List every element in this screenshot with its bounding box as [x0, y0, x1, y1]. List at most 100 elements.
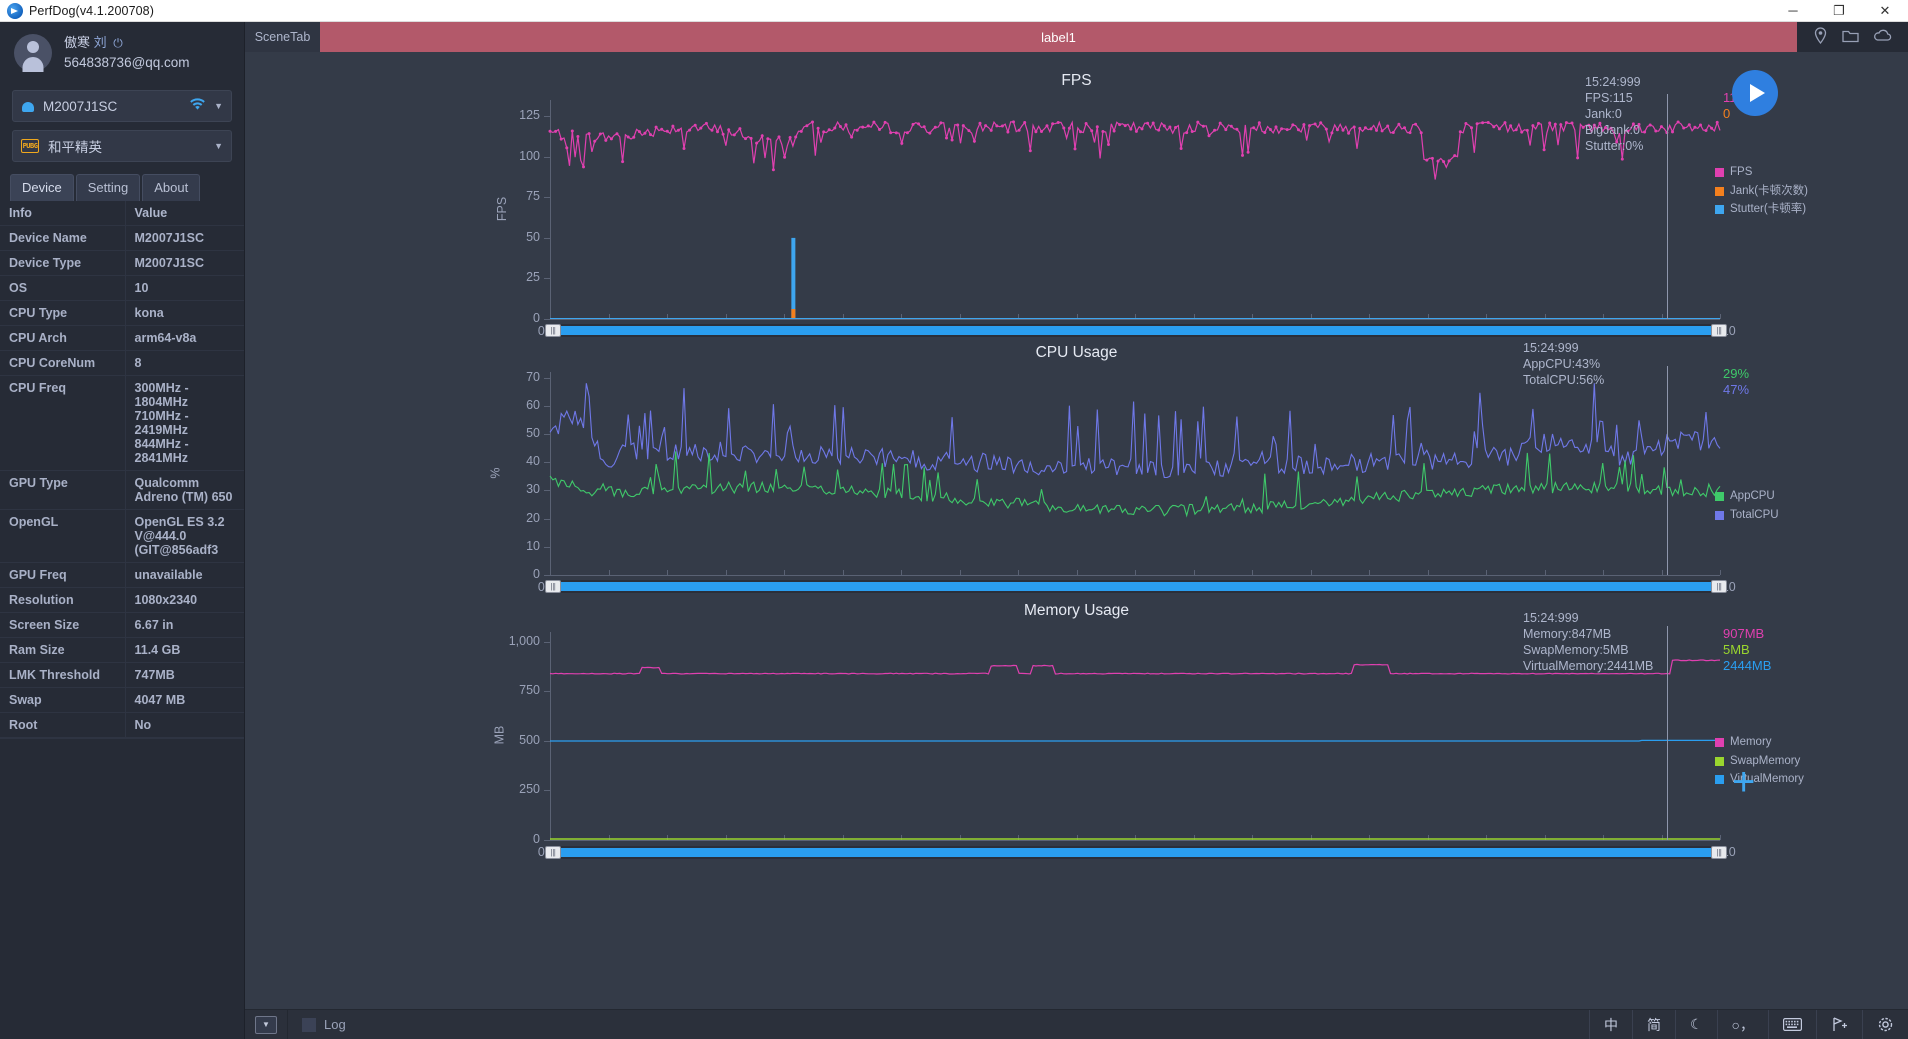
- content-area: SceneTab label1 FPSFPS02550751001250:000…: [245, 22, 1908, 1039]
- info-key: LMK Threshold: [0, 662, 126, 689]
- legend-item[interactable]: AppCPU: [1715, 488, 1779, 505]
- wifi-icon-svg: [190, 98, 205, 111]
- charts-container: FPSFPS02550751001250:000:491:382:273:164…: [245, 52, 1908, 1009]
- legend-label: Stutter(卡顿率): [1730, 203, 1807, 216]
- info-value: 6.67 in: [125, 612, 244, 639]
- tab-setting[interactable]: Setting: [75, 174, 141, 202]
- table-row[interactable]: GPU Type Qualcomm Adreno (TM) 650: [0, 470, 244, 511]
- maximize-button[interactable]: ❐: [1816, 0, 1862, 21]
- scene-tab[interactable]: SceneTab: [245, 22, 320, 52]
- chart-panel-cpu-usage: CPU Usage%0102030405060700:000:491:382:2…: [245, 330, 1908, 594]
- table-row[interactable]: LMK Threshold 747MB: [0, 662, 244, 689]
- account-name-row: 傲寒 刘 ⏻: [64, 34, 190, 53]
- window-controls: ─ ❐ ✕: [1770, 0, 1908, 21]
- wifi-icon: [189, 98, 206, 114]
- app-body: 傲寒 刘 ⏻ 564838736@qq.com M2007J1SC ▼ PUBG…: [0, 22, 1908, 1039]
- device-select[interactable]: M2007J1SC ▼: [12, 90, 232, 123]
- folder-icon[interactable]: [1842, 28, 1859, 46]
- table-row[interactable]: Device Type M2007J1SC: [0, 250, 244, 277]
- info-key: Device Name: [0, 225, 126, 252]
- table-row[interactable]: Ram Size 11.4 GB: [0, 637, 244, 664]
- column-header-value: Value: [125, 201, 244, 227]
- legend-item[interactable]: VirtualMemory: [1715, 771, 1804, 788]
- info-key: OpenGL: [0, 509, 126, 564]
- account-email: 564838736@qq.com: [64, 54, 190, 70]
- legend-item[interactable]: Memory: [1715, 734, 1804, 751]
- tab-device[interactable]: Device: [10, 174, 74, 202]
- sidebar-tabs: Device Setting About: [10, 174, 244, 202]
- ime-moon-icon[interactable]: ☾: [1674, 1010, 1717, 1039]
- location-icon[interactable]: [1813, 27, 1828, 47]
- table-row[interactable]: OpenGL OpenGL ES 3.2 V@444.0 (GIT@856adf3: [0, 509, 244, 564]
- current-value: 2444MB: [1723, 658, 1772, 673]
- minimize-button[interactable]: ─: [1770, 0, 1816, 21]
- info-value: 1080x2340: [125, 587, 244, 614]
- chart-cursor-line[interactable]: [1667, 366, 1669, 575]
- device-select-value: M2007J1SC: [43, 98, 118, 114]
- legend-label: TotalCPU: [1730, 508, 1779, 521]
- close-button[interactable]: ✕: [1862, 0, 1908, 21]
- avatar-head-icon: [27, 41, 39, 54]
- cloud-icon[interactable]: [1873, 29, 1892, 46]
- table-row[interactable]: CPU Arch arm64-v8a: [0, 325, 244, 352]
- avatar[interactable]: [14, 34, 52, 73]
- legend-item[interactable]: TotalCPU: [1715, 507, 1779, 524]
- add-metric-button[interactable]: +: [1732, 762, 1755, 802]
- chevron-down-icon[interactable]: ▼: [214, 141, 223, 151]
- log-label: Log: [324, 1017, 346, 1032]
- scrollbar-track[interactable]: [557, 848, 1715, 857]
- log-expand-button[interactable]: ▼: [255, 1015, 277, 1034]
- legend-item[interactable]: Jank(卡顿次数): [1715, 183, 1808, 200]
- current-value: 29%: [1723, 366, 1750, 381]
- perfdog-logo-icon: [7, 2, 23, 19]
- info-key: GPU Type: [0, 470, 126, 511]
- chart-tooltip: 15:24:999 Memory:847MB SwapMemory:5MB Vi…: [1523, 611, 1654, 673]
- legend-item[interactable]: Stutter(卡顿率): [1715, 201, 1808, 218]
- table-row[interactable]: Screen Size 6.67 in: [0, 612, 244, 639]
- current-value: 0: [1723, 106, 1731, 121]
- table-row[interactable]: Root No: [0, 712, 244, 739]
- chart-legend: Memory SwapMemory VirtualMemory: [1715, 734, 1804, 790]
- log-checkbox[interactable]: [302, 1017, 316, 1032]
- play-button[interactable]: [1732, 70, 1778, 116]
- legend-item[interactable]: FPS: [1715, 164, 1808, 181]
- scene-bar: SceneTab label1: [245, 22, 1908, 52]
- tab-about[interactable]: About: [142, 174, 201, 202]
- ime-simplified[interactable]: 简: [1631, 1010, 1675, 1039]
- table-row[interactable]: CPU Freq 300MHz - 1804MHz 710MHz - 2419MHz…: [0, 375, 244, 472]
- table-row[interactable]: CPU CoreNum 8: [0, 350, 244, 377]
- info-key: CPU Type: [0, 300, 126, 327]
- window-title: PerfDog(v4.1.200708): [29, 3, 154, 18]
- chart-cursor-line[interactable]: [1667, 626, 1669, 840]
- chart-time-scrollbar[interactable]: ||| |||: [545, 846, 1727, 859]
- scene-bar-icons: [1797, 22, 1908, 52]
- scrollbar-left-handle[interactable]: |||: [545, 846, 561, 859]
- info-value: unavailable: [125, 562, 244, 589]
- chart-cursor-line[interactable]: [1667, 94, 1669, 319]
- table-row[interactable]: CPU Type kona: [0, 300, 244, 327]
- ime-punctuation-icon[interactable]: ○，: [1716, 1010, 1768, 1039]
- table-row[interactable]: Resolution 1080x2340: [0, 587, 244, 614]
- legend-item[interactable]: SwapMemory: [1715, 753, 1804, 770]
- gear-icon[interactable]: [1862, 1010, 1908, 1039]
- chevron-down-icon[interactable]: ▼: [214, 101, 223, 111]
- info-key: OS: [0, 275, 126, 302]
- table-row[interactable]: Device Name M2007J1SC: [0, 225, 244, 252]
- info-value: 747MB: [125, 662, 244, 689]
- table-row[interactable]: GPU Freq unavailable: [0, 562, 244, 589]
- scrollbar-right-handle[interactable]: |||: [1711, 846, 1727, 859]
- ime-lang-cn[interactable]: 中: [1588, 1010, 1632, 1039]
- current-value: 907MB: [1723, 626, 1765, 641]
- chart-plot: [549, 659, 1721, 840]
- scene-label[interactable]: label1: [320, 22, 1797, 52]
- legend-label: AppCPU: [1730, 490, 1775, 502]
- keyboard-icon[interactable]: [1768, 1010, 1816, 1039]
- app-select[interactable]: PUBG 和平精英 ▼: [12, 130, 232, 163]
- tools-icon[interactable]: [1816, 1010, 1862, 1039]
- table-row[interactable]: OS 10: [0, 275, 244, 302]
- logout-power-icon[interactable]: ⏻: [113, 36, 123, 50]
- info-value: kona: [125, 300, 244, 327]
- table-row[interactable]: Swap 4047 MB: [0, 687, 244, 714]
- table-header-row: Info Value: [0, 201, 244, 227]
- info-value: M2007J1SC: [125, 250, 244, 277]
